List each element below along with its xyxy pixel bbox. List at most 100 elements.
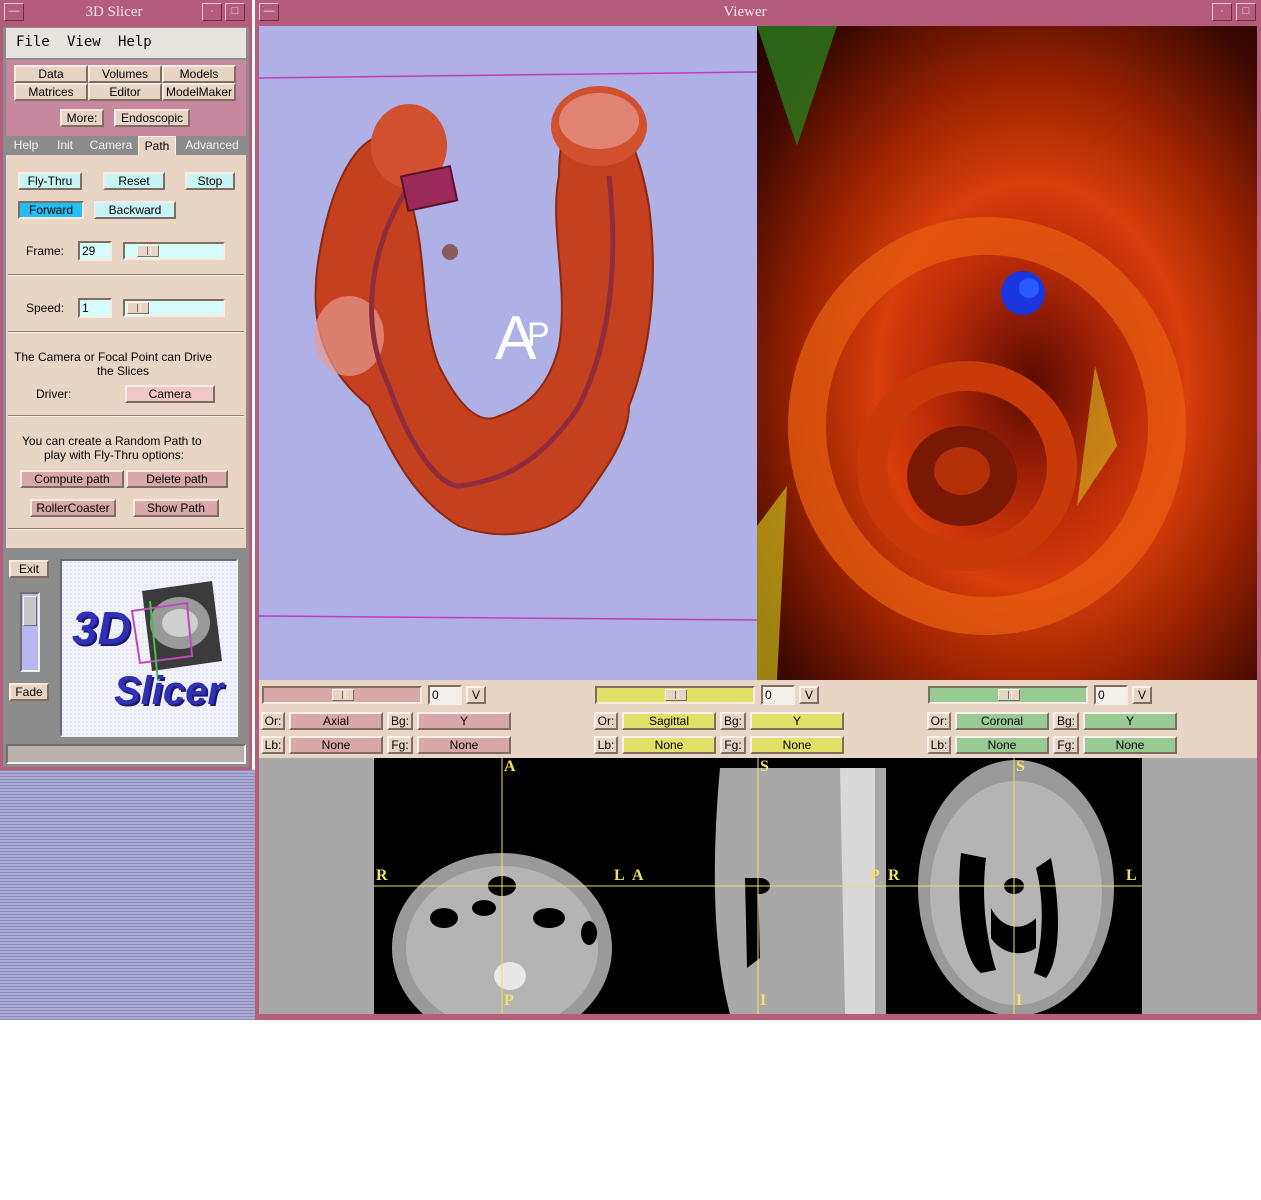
module-matrices-button[interactable]: Matrices <box>14 83 88 101</box>
more-modules-button[interactable]: More: <box>60 109 104 127</box>
sagittal-label-right: P <box>870 867 880 884</box>
sagittal-bg-label: Bg: <box>720 712 746 730</box>
module-data-button[interactable]: Data <box>14 65 88 83</box>
menu-bar: File View Help <box>6 28 246 58</box>
coronal-slice-offset-input[interactable]: 0 <box>1094 685 1128 705</box>
exit-button[interactable]: Exit <box>9 560 49 578</box>
module-volumes-button[interactable]: Volumes <box>88 65 162 83</box>
fade-slider-knob[interactable] <box>23 596 37 626</box>
divider <box>8 331 244 333</box>
menu-file[interactable]: File <box>16 34 50 50</box>
coronal-label-left: R <box>888 867 900 884</box>
frame-slider[interactable] <box>123 242 225 260</box>
coronal-label-right: L <box>1126 867 1137 884</box>
speed-slider-knob[interactable] <box>127 302 149 314</box>
module-editor-button[interactable]: Editor <box>88 83 162 101</box>
divider <box>8 415 244 417</box>
sagittal-slice-slider-knob[interactable] <box>665 689 687 701</box>
fly-thru-button[interactable]: Fly-Thru <box>18 172 82 190</box>
show-path-button[interactable]: Show Path <box>133 499 219 517</box>
coronal-label-top: S <box>1016 758 1025 775</box>
viewer-title: Viewer <box>723 4 767 20</box>
slicer-logo: 3D Slicer <box>60 559 238 737</box>
compute-path-button[interactable]: Compute path <box>20 470 124 488</box>
tab-camera[interactable]: Camera <box>86 136 136 156</box>
axial-orientation-select[interactable]: Axial <box>289 712 383 730</box>
sagittal-orientation-select[interactable]: Sagittal <box>622 712 716 730</box>
forward-button[interactable]: Forward <box>18 201 84 219</box>
driver-description-line2: the Slices <box>97 364 150 378</box>
backward-button[interactable]: Backward <box>94 201 176 219</box>
axial-ct-image <box>374 758 630 1014</box>
orientation-marker-p: P <box>527 316 550 354</box>
speed-input[interactable]: 1 <box>78 298 112 318</box>
coronal-v-button[interactable]: V <box>1132 686 1152 704</box>
coronal-or-label: Or: <box>927 712 951 730</box>
maximize-button[interactable]: □ <box>225 3 245 21</box>
frame-input[interactable]: 29 <box>78 241 112 261</box>
more-modules-select[interactable]: Endoscopic <box>114 109 190 127</box>
fade-slider[interactable] <box>20 592 40 672</box>
tab-help[interactable]: Help <box>8 136 44 156</box>
axial-label-select[interactable]: None <box>289 736 383 754</box>
axial-background-select[interactable]: Y <box>417 712 511 730</box>
stop-button[interactable]: Stop <box>185 172 235 190</box>
coronal-label-select[interactable]: None <box>955 736 1049 754</box>
coronal-lb-label: Lb: <box>927 736 951 754</box>
driver-select-button[interactable]: Camera <box>125 385 215 403</box>
coronal-orientation-select[interactable]: Coronal <box>955 712 1049 730</box>
sagittal-slice-offset-input[interactable]: 0 <box>761 685 795 705</box>
coronal-foreground-select[interactable]: None <box>1083 736 1177 754</box>
random-path-line2: play with Fly-Thru options: <box>44 448 185 462</box>
frame-slider-knob[interactable] <box>137 245 159 257</box>
coronal-slice-view[interactable]: S I R L <box>886 758 1142 1014</box>
viewer-minimize-button[interactable]: · <box>1212 3 1232 21</box>
fade-button[interactable]: Fade <box>9 683 49 701</box>
menu-view[interactable]: View <box>67 34 101 50</box>
axial-slice-slider-knob[interactable] <box>332 689 354 701</box>
axial-label-right: L <box>614 867 625 884</box>
viewer-maximize-button[interactable]: □ <box>1236 3 1256 21</box>
coronal-background-select[interactable]: Y <box>1083 712 1177 730</box>
random-path-line1: You can create a Random Path to <box>22 434 202 448</box>
coronal-slice-slider-knob[interactable] <box>998 689 1020 701</box>
desktop-background <box>0 770 255 1020</box>
endoscopic-view[interactable] <box>757 26 1257 680</box>
tab-init[interactable]: Init <box>50 136 80 156</box>
module-models-button[interactable]: Models <box>162 65 236 83</box>
sagittal-slice-slider[interactable] <box>595 686 755 704</box>
axial-lb-label: Lb: <box>261 736 285 754</box>
coronal-bg-label: Bg: <box>1053 712 1079 730</box>
reset-button[interactable]: Reset <box>103 172 165 190</box>
viewer-window-menu-button[interactable]: — <box>259 3 279 21</box>
axial-foreground-select[interactable]: None <box>417 736 511 754</box>
sagittal-label-top: S <box>760 758 769 775</box>
sagittal-label-bottom: I <box>760 992 767 1009</box>
tab-path[interactable]: Path <box>138 136 176 156</box>
window-menu-button[interactable]: — <box>4 3 24 21</box>
menu-help[interactable]: Help <box>118 34 152 50</box>
3d-view[interactable]: A P <box>259 26 757 680</box>
minimize-button[interactable]: · <box>202 3 222 21</box>
sagittal-v-button[interactable]: V <box>799 686 819 704</box>
sagittal-slice-view[interactable]: S I A P <box>630 758 886 1014</box>
rollercoaster-button[interactable]: RollerCoaster <box>30 499 116 517</box>
axial-v-button[interactable]: V <box>466 686 486 704</box>
delete-path-button[interactable]: Delete path <box>126 470 228 488</box>
status-bar <box>6 744 246 764</box>
sagittal-or-label: Or: <box>594 712 618 730</box>
logo-text-slicer: Slicer <box>114 669 223 713</box>
logo-text-3d: 3D <box>72 602 131 654</box>
axial-slice-slider[interactable] <box>262 686 422 704</box>
axial-or-label: Or: <box>261 712 285 730</box>
sagittal-label-select[interactable]: None <box>622 736 716 754</box>
module-modelmaker-button[interactable]: ModelMaker <box>162 83 236 101</box>
speed-slider[interactable] <box>123 299 225 317</box>
axial-slice-view[interactable]: A P R L <box>374 758 630 1014</box>
axial-fg-label: Fg: <box>387 736 413 754</box>
tab-advanced[interactable]: Advanced <box>180 136 244 156</box>
sagittal-foreground-select[interactable]: None <box>750 736 844 754</box>
coronal-slice-slider[interactable] <box>928 686 1088 704</box>
sagittal-background-select[interactable]: Y <box>750 712 844 730</box>
axial-slice-offset-input[interactable]: 0 <box>428 685 462 705</box>
